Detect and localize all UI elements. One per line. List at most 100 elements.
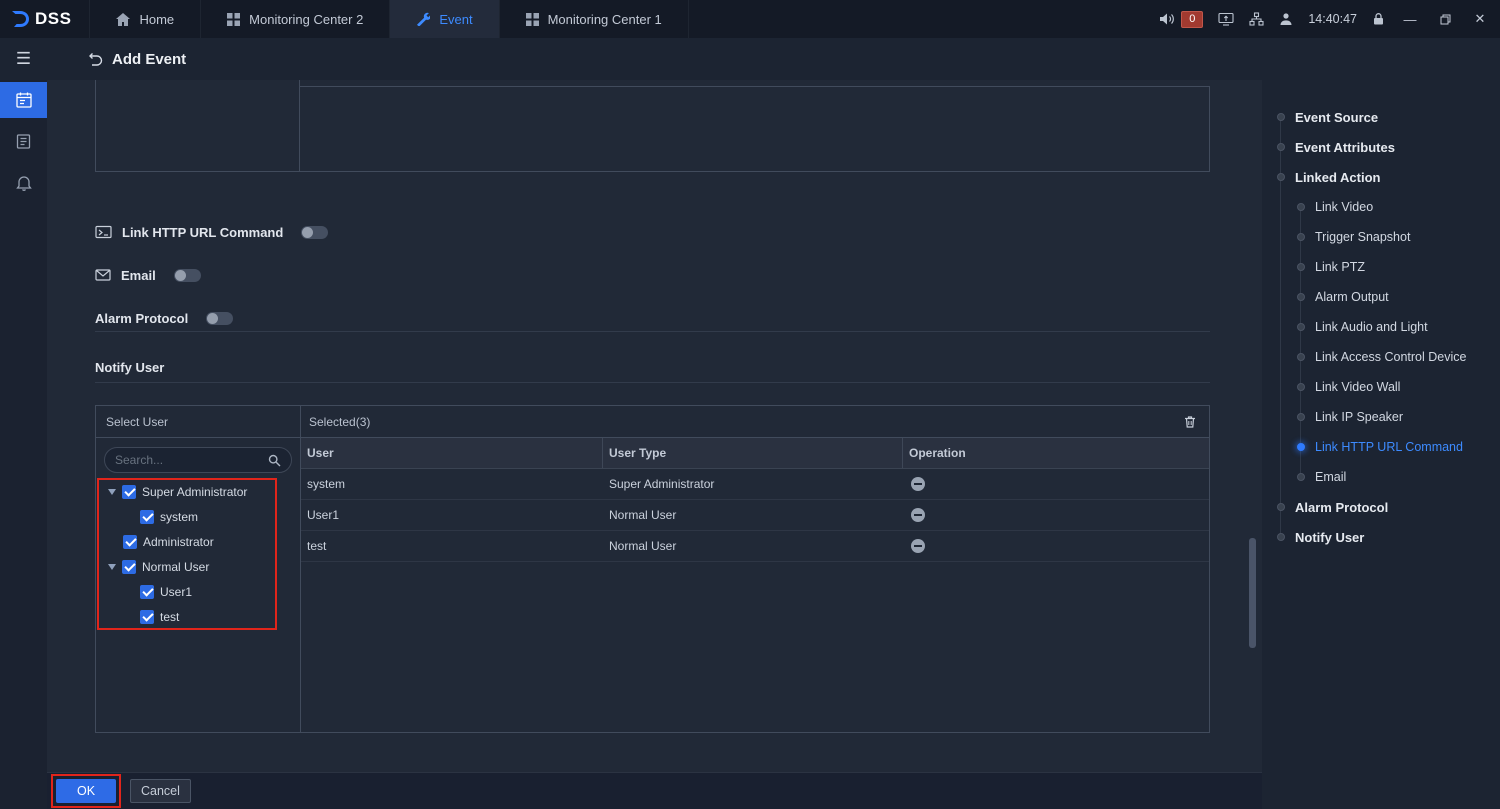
table-row: User1 Normal User (301, 500, 1209, 531)
restore-icon[interactable] (1435, 14, 1455, 25)
topbar-status-area: 0 14:40:47 — ✕ (1159, 0, 1500, 38)
grid-icon (526, 13, 539, 26)
tree-item-normal-user[interactable]: Normal User (96, 554, 300, 579)
page-title: Add Event (112, 51, 186, 68)
checkbox[interactable] (140, 610, 154, 624)
step-dot (1297, 353, 1305, 361)
rail-item-alarm-config[interactable] (0, 164, 47, 200)
step-linked-action[interactable]: Linked Action (1262, 162, 1500, 192)
remove-user-icon[interactable] (911, 477, 925, 491)
alarm-protocol-row: Alarm Protocol (95, 306, 233, 330)
checkbox[interactable] (140, 510, 154, 524)
page-title-wrap: Add Event (88, 51, 186, 68)
screen-share-icon[interactable] (1218, 12, 1234, 26)
tab-event[interactable]: Event (390, 0, 499, 38)
alarm-protocol-toggle[interactable] (206, 312, 233, 325)
tab-home[interactable]: Home (89, 0, 201, 38)
cancel-button[interactable]: Cancel (130, 779, 191, 803)
step-label: Link Video Wall (1315, 380, 1400, 394)
tab-label: Event (439, 12, 472, 27)
tree-item-test[interactable]: test (96, 604, 300, 629)
tree-item-user1[interactable]: User1 (96, 579, 300, 604)
tab-monitoring-center-2[interactable]: Monitoring Center 2 (201, 0, 390, 38)
step-link-http-url-command[interactable]: Link HTTP URL Command (1262, 432, 1500, 462)
step-link-ip-speaker[interactable]: Link IP Speaker (1262, 402, 1500, 432)
tree-item-administrator[interactable]: Administrator (96, 529, 300, 554)
minimize-button[interactable]: — (1400, 12, 1420, 27)
steps-navigation: Event Source Event Attributes Linked Act… (1262, 80, 1500, 809)
step-dot (1297, 443, 1305, 451)
back-icon[interactable] (88, 52, 103, 66)
tree-item-label: Super Administrator (142, 485, 247, 499)
step-label: Trigger Snapshot (1315, 230, 1410, 244)
ok-button[interactable]: OK (56, 779, 116, 803)
step-notify-user[interactable]: Notify User (1262, 522, 1500, 552)
column-header-user-type: User Type (603, 438, 903, 468)
logo-text: DSS (35, 9, 71, 29)
link-http-toggle[interactable] (301, 226, 328, 239)
tab-monitoring-center-1[interactable]: Monitoring Center 1 (500, 0, 689, 38)
annotation-rectangle-ok: OK (51, 774, 121, 808)
rail-item-log[interactable] (0, 123, 47, 159)
step-event-source[interactable]: Event Source (1262, 102, 1500, 132)
event-schedule-icon (15, 91, 33, 109)
email-toggle[interactable] (174, 269, 201, 282)
hamburger-menu-icon[interactable]: ☰ (0, 49, 47, 69)
column-header-user: User (301, 438, 603, 468)
cell-user: system (301, 477, 603, 491)
step-link-video-wall[interactable]: Link Video Wall (1262, 372, 1500, 402)
step-dot (1277, 503, 1285, 511)
step-trigger-snapshot[interactable]: Trigger Snapshot (1262, 222, 1500, 252)
lock-icon[interactable] (1372, 12, 1385, 26)
email-row: Email (95, 263, 201, 287)
step-alarm-output[interactable]: Alarm Output (1262, 282, 1500, 312)
step-email[interactable]: Email (1262, 462, 1500, 492)
step-link-audio-and-light[interactable]: Link Audio and Light (1262, 312, 1500, 342)
table-row: test Normal User (301, 531, 1209, 562)
tree-item-super-administrator[interactable]: Super Administrator (96, 479, 300, 504)
step-label: Notify User (1295, 530, 1364, 545)
step-label: Link Audio and Light (1315, 320, 1428, 334)
search-input[interactable] (115, 453, 262, 467)
step-link-ptz[interactable]: Link PTZ (1262, 252, 1500, 282)
cell-operation (903, 539, 1209, 553)
vertical-scrollbar-thumb[interactable] (1249, 538, 1256, 648)
cell-user-type: Normal User (603, 539, 903, 553)
tab-strip: Home Monitoring Center 2 Event Monitorin… (89, 0, 688, 38)
alarm-indicator[interactable]: 0 (1159, 11, 1203, 28)
cell-operation (903, 508, 1209, 522)
rail-item-event-config[interactable] (0, 82, 47, 118)
checkbox[interactable] (140, 585, 154, 599)
alarm-count-badge: 0 (1181, 11, 1203, 28)
delete-all-icon[interactable] (1183, 415, 1197, 429)
user-tree-column: Super Administrator system Administrator… (96, 438, 301, 732)
checkbox[interactable] (122, 485, 136, 499)
speaker-icon (1159, 12, 1175, 26)
tree-item-system[interactable]: system (96, 504, 300, 529)
checkbox[interactable] (122, 560, 136, 574)
home-icon (116, 13, 130, 26)
sitemap-icon[interactable] (1249, 12, 1264, 26)
step-link-video[interactable]: Link Video (1262, 192, 1500, 222)
remove-user-icon[interactable] (911, 539, 925, 553)
step-link-access-control-device[interactable]: Link Access Control Device (1262, 342, 1500, 372)
dss-logo: DSS (0, 0, 89, 38)
table-header-row: User User Type Operation (301, 438, 1209, 469)
user-icon[interactable] (1279, 12, 1293, 26)
grid-icon (227, 13, 240, 26)
cell-user: User1 (301, 508, 603, 522)
step-dot (1297, 383, 1305, 391)
step-label: Link HTTP URL Command (1315, 440, 1463, 454)
remove-user-icon[interactable] (911, 508, 925, 522)
checkbox[interactable] (123, 535, 137, 549)
close-button[interactable]: ✕ (1470, 11, 1490, 27)
chevron-down-icon[interactable] (108, 564, 116, 570)
tab-label: Monitoring Center 1 (548, 12, 662, 27)
step-event-attributes[interactable]: Event Attributes (1262, 132, 1500, 162)
chevron-down-icon[interactable] (108, 489, 116, 495)
cell-user-type: Super Administrator (603, 477, 903, 491)
step-label: Alarm Output (1315, 290, 1389, 304)
search-icon[interactable] (268, 454, 281, 467)
step-alarm-protocol[interactable]: Alarm Protocol (1262, 492, 1500, 522)
table-row: system Super Administrator (301, 469, 1209, 500)
